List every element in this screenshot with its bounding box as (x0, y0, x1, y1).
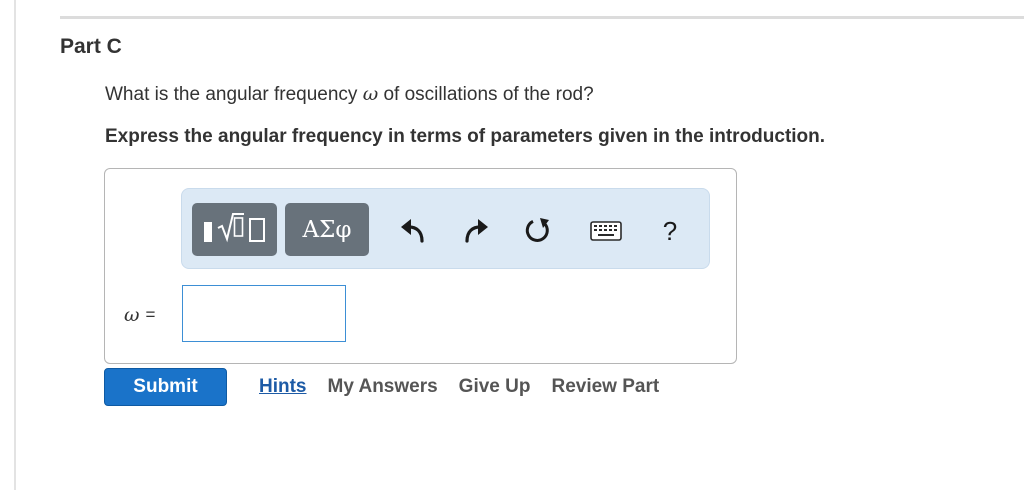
question-omega-symbol: ω (362, 83, 379, 105)
undo-icon[interactable] (397, 215, 429, 247)
left-rule (14, 0, 16, 490)
instruction-text: Express the angular frequency in terms o… (105, 126, 826, 147)
hints-link[interactable]: Hints (259, 376, 307, 398)
part-title: Part C (60, 35, 122, 58)
submit-button[interactable]: Submit (104, 368, 227, 406)
answer-links: Hints My Answers Give Up Review Part (259, 376, 659, 398)
symbols-button[interactable]: ΑΣφ (285, 203, 369, 256)
templates-button[interactable] (192, 203, 277, 256)
templates-radical-icon (200, 210, 270, 249)
question-text-before: What is the angular frequency (105, 84, 363, 105)
answer-equals-sign: = (145, 305, 156, 324)
help-button[interactable]: ? (654, 215, 686, 247)
answer-variable-symbol: ω (124, 304, 140, 326)
answer-input[interactable] (182, 285, 346, 342)
redo-icon[interactable] (460, 215, 492, 247)
problem-page: Part C What is the angular frequency ω o… (0, 0, 1024, 490)
question-text: What is the angular frequency ω of oscil… (105, 83, 594, 106)
give-up-link[interactable]: Give Up (459, 376, 531, 398)
answer-box: ΑΣφ ? ω = (104, 168, 737, 364)
review-part-link[interactable]: Review Part (551, 376, 659, 398)
reset-icon[interactable] (522, 215, 554, 247)
question-text-after: of oscillations of the rod? (378, 84, 594, 105)
keyboard-icon[interactable] (590, 215, 622, 247)
my-answers-link[interactable]: My Answers (328, 376, 438, 398)
math-toolbar: ΑΣφ ? (181, 188, 710, 269)
top-divider (60, 16, 1024, 19)
answer-variable-label: ω = (124, 304, 155, 326)
